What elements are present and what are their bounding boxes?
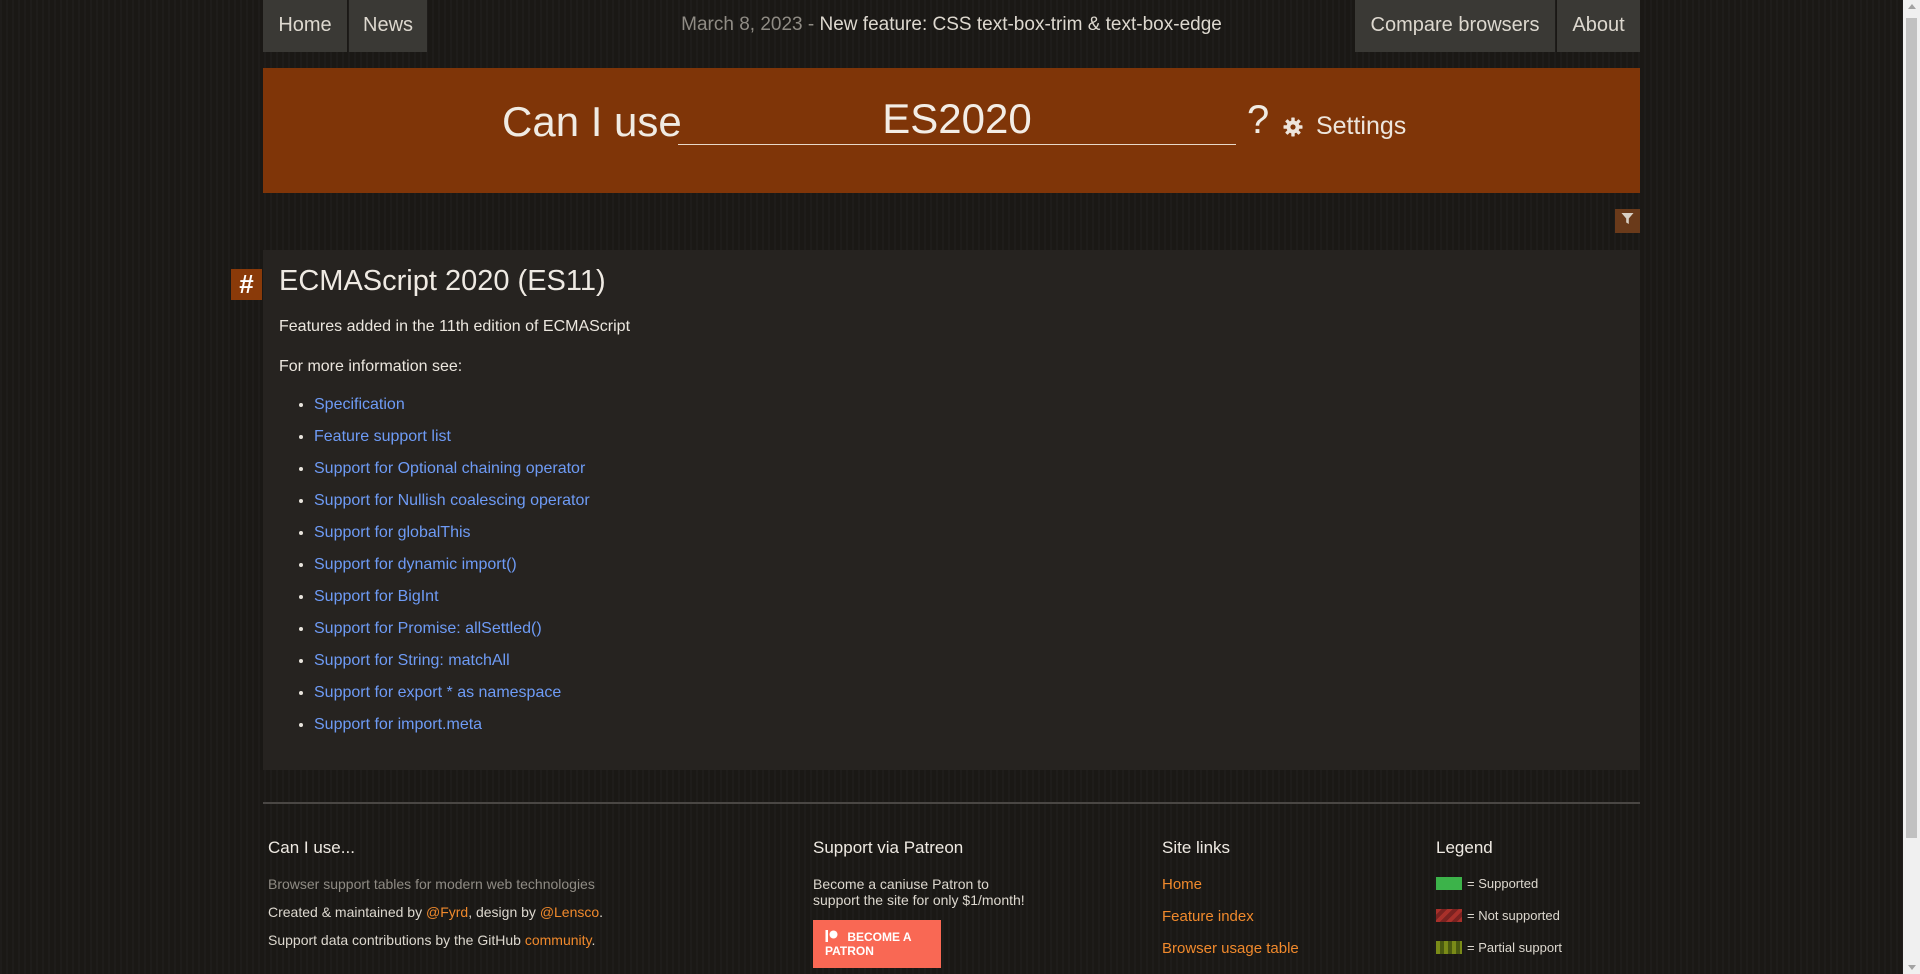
feature-links-list: Specification Feature support list Suppo…	[279, 394, 1624, 746]
footer-link-usage-table[interactable]: Browser usage table	[1162, 940, 1299, 957]
scrollbar-thumb[interactable]	[1906, 18, 1917, 838]
footer-about-title: Can I use...	[268, 838, 355, 857]
list-item: Support for BigInt	[314, 586, 1624, 618]
resource-link[interactable]: Support for String: matchAll	[314, 652, 510, 669]
scroll-down-arrow-icon[interactable]	[1908, 965, 1916, 970]
list-item: Support for import.meta	[314, 714, 1624, 746]
feature-panel: ECMAScript 2020 (ES11) Features added in…	[263, 250, 1640, 770]
top-nav: Home News March 8, 2023 - New feature: C…	[263, 0, 1640, 52]
legend-not-supported-label: = Not supported	[1467, 908, 1560, 923]
search-prefix-label: Can I use	[502, 98, 682, 145]
resource-link[interactable]: Support for globalThis	[314, 524, 471, 541]
feature-description: Features added in the 11th edition of EC…	[279, 318, 631, 335]
patreon-text-line1: Become a caniuse Patron to	[813, 876, 989, 892]
credits-prefix: Created & maintained by	[268, 904, 426, 920]
resource-link[interactable]: Support for Nullish coalescing operator	[314, 492, 590, 509]
credits-suffix: .	[599, 904, 604, 920]
footer-tagline: Browser support tables for modern web te…	[268, 876, 595, 892]
nav-about-button[interactable]: About	[1557, 0, 1640, 52]
resource-link[interactable]: Feature support list	[314, 428, 451, 445]
footer-about-column: Can I use... Browser support tables for …	[268, 838, 788, 960]
feature-more-info: For more information see:	[279, 358, 463, 375]
resource-link[interactable]: Support for export * as namespace	[314, 684, 561, 701]
footer-credits: Created & maintained by @Fyrd, design by…	[268, 904, 788, 920]
lensco-link[interactable]: @Lensco	[540, 904, 599, 920]
become-patron-button[interactable]: BECOME A PATRON	[813, 920, 941, 968]
search-input[interactable]	[678, 94, 1236, 145]
footer-legend-title: Legend	[1436, 838, 1493, 857]
scroll-up-arrow-icon[interactable]	[1908, 4, 1916, 9]
legend-supported: = Supported	[1436, 876, 1562, 891]
footer-legend-column: Legend = Supported = Not supported = Par…	[1436, 838, 1562, 972]
list-item: Support for dynamic import()	[314, 554, 1624, 586]
feature-title: ECMAScript 2020 (ES11)	[279, 265, 606, 297]
community-link[interactable]: community	[525, 932, 592, 948]
footer-patreon-column: Support via Patreon Become a caniuse Pat…	[813, 838, 1073, 968]
contributions-prefix: Support data contributions by the GitHub	[268, 932, 525, 948]
news-separator: -	[802, 14, 820, 35]
page-wrapper: Home News March 8, 2023 - New feature: C…	[231, 0, 1640, 968]
footer-patreon-title: Support via Patreon	[813, 838, 964, 857]
resource-link[interactable]: Support for import.meta	[314, 716, 482, 733]
patreon-icon	[825, 930, 847, 944]
filter-icon	[1621, 212, 1634, 230]
list-item: Support for globalThis	[314, 522, 1624, 554]
list-item: Feature support list	[314, 426, 1624, 458]
footer-sitelinks-title: Site links	[1162, 838, 1231, 857]
footer-divider	[263, 802, 1640, 804]
footer-contributions: Support data contributions by the GitHub…	[268, 932, 788, 948]
list-item: Support for String: matchAll	[314, 650, 1624, 682]
gear-icon	[1283, 112, 1316, 140]
feature-anchor-link[interactable]: #	[231, 269, 262, 300]
resource-link[interactable]: Support for BigInt	[314, 588, 439, 605]
list-item: Support for Optional chaining operator	[314, 458, 1624, 490]
search-banner: Can I use ?	[263, 68, 1640, 193]
news-date: March 8, 2023	[681, 14, 803, 35]
list-item: Specification	[314, 394, 1624, 426]
filter-button[interactable]	[1615, 209, 1640, 233]
list-item: Support for Promise: allSettled()	[314, 618, 1624, 650]
news-headline[interactable]: New feature: CSS text-box-trim & text-bo…	[820, 14, 1222, 35]
footer-sitelinks-column: Site links Home Feature index Browser us…	[1162, 838, 1299, 972]
settings-label: Settings	[1315, 112, 1407, 140]
contributions-suffix: .	[591, 932, 596, 948]
legend-partial-label: = Partial support	[1467, 940, 1563, 955]
legend-partial: = Partial support	[1436, 940, 1562, 955]
fyrd-link[interactable]: @Fyrd	[426, 904, 468, 920]
legend-supported-label: = Supported	[1467, 876, 1539, 891]
supported-swatch	[1436, 877, 1462, 890]
footer-link-home[interactable]: Home	[1162, 876, 1299, 893]
not-supported-swatch	[1436, 909, 1462, 922]
resource-link[interactable]: Support for Promise: allSettled()	[314, 620, 542, 637]
settings-button[interactable]: Settings	[1283, 112, 1406, 141]
list-item: Support for Nullish coalescing operator	[314, 490, 1624, 522]
search-question-mark: ?	[1247, 98, 1270, 142]
partial-swatch	[1436, 941, 1462, 954]
vertical-scrollbar[interactable]	[1903, 0, 1920, 974]
list-item: Support for export * as namespace	[314, 682, 1624, 714]
footer-link-feature-index[interactable]: Feature index	[1162, 908, 1299, 925]
resource-link[interactable]: Specification	[314, 396, 405, 413]
resource-link[interactable]: Support for dynamic import()	[314, 556, 517, 573]
nav-compare-button[interactable]: Compare browsers	[1355, 0, 1555, 52]
credits-design-text: , design by	[468, 904, 540, 920]
patreon-text-line2: support the site for only $1/month!	[813, 892, 1025, 908]
resource-link[interactable]: Support for Optional chaining operator	[314, 460, 585, 477]
legend-not-supported: = Not supported	[1436, 908, 1562, 923]
